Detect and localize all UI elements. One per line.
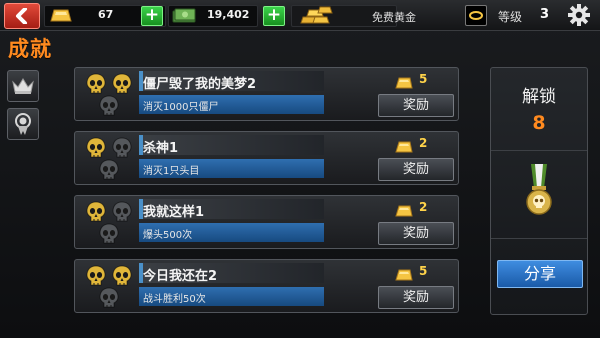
achievement-row: 杀神1 消灭1只头目 2 奖励	[74, 131, 459, 185]
settings-button[interactable]	[568, 4, 590, 26]
claim-reward-button[interactable]: 奖励	[378, 158, 454, 181]
medal-ribbon-icon	[15, 113, 31, 135]
gear-icon	[568, 4, 590, 26]
gold-bar-icon	[395, 74, 413, 89]
tab-medals[interactable]	[7, 108, 39, 140]
progress-bar: 消灭1000只僵尸	[139, 95, 324, 114]
level-label: 等级	[498, 10, 523, 24]
progress-text: 爆头500次	[143, 230, 193, 241]
achievement-title: 今日我还在2	[143, 269, 218, 284]
unlock-count: 8	[532, 112, 546, 134]
skull-icon	[98, 159, 120, 181]
crown-icon	[12, 78, 34, 94]
progress-text: 战斗胜利50次	[143, 294, 206, 305]
divider	[491, 238, 587, 239]
claim-reward-button[interactable]: 奖励	[378, 286, 454, 309]
skull-medal-icon	[526, 164, 552, 215]
skull-icon	[98, 95, 120, 117]
skull-icon	[111, 137, 133, 159]
cash-icon	[172, 8, 196, 23]
reward-amount: 5	[419, 264, 428, 278]
skull-rank	[81, 263, 135, 309]
progress-bar: 爆头500次	[139, 223, 324, 242]
add-cash-button[interactable]: +	[263, 6, 285, 26]
unlock-label: 解锁	[522, 87, 556, 107]
chevron-left-icon	[16, 8, 27, 24]
gold-bar-icon	[395, 138, 413, 153]
skull-icon	[111, 265, 133, 287]
top-bar: 67 + 19,402 + 免费黄金 等级 3	[0, 0, 600, 31]
gold-bar-icon	[395, 202, 413, 217]
reward-amount: 2	[419, 200, 428, 214]
progress-bar: 消灭1只头目	[139, 159, 324, 178]
claim-reward-button[interactable]: 奖励	[378, 222, 454, 245]
claim-reward-button[interactable]: 奖励	[378, 94, 454, 117]
progress-text: 消灭1000只僵尸	[143, 102, 219, 113]
cash-count: 19,402	[207, 8, 250, 21]
achievement-row: 僵尸毁了我的美梦2 消灭1000只僵尸 5 奖励	[74, 67, 459, 121]
free-gold-label: 免费黄金	[372, 11, 416, 24]
add-gold-button[interactable]: +	[141, 6, 163, 26]
page-title: 成就	[8, 37, 52, 61]
skull-icon	[85, 137, 107, 159]
skull-icon	[111, 201, 133, 223]
achievement-row: 我就这样1 爆头500次 2 奖励	[74, 195, 459, 249]
gold-count: 67	[98, 8, 114, 21]
progress-bar: 战斗胜利50次	[139, 287, 324, 306]
progress-text: 消灭1只头目	[143, 166, 200, 177]
achievement-title: 僵尸毁了我的美梦2	[143, 77, 257, 92]
gold-stack-icon	[300, 6, 333, 24]
skull-icon	[85, 265, 107, 287]
unlock-panel: 解锁 8 分享	[490, 67, 588, 315]
level-badge-icon	[465, 5, 487, 26]
skull-icon	[98, 287, 120, 309]
divider	[491, 150, 587, 151]
achievement-title: 杀神1	[143, 141, 179, 156]
skull-icon	[111, 73, 133, 95]
achievement-row: 今日我还在2 战斗胜利50次 5 奖励	[74, 259, 459, 313]
reward-amount: 5	[419, 72, 428, 86]
achievement-title: 我就这样1	[143, 205, 205, 220]
skull-rank	[81, 71, 135, 117]
skull-rank	[81, 199, 135, 245]
back-button[interactable]	[4, 3, 40, 29]
gold-bar-icon	[395, 266, 413, 281]
share-button[interactable]: 分享	[497, 260, 583, 288]
tab-achievements[interactable]	[7, 70, 39, 102]
gold-bar-icon	[50, 9, 72, 22]
level-value: 3	[540, 7, 550, 22]
skull-icon	[85, 201, 107, 223]
reward-amount: 2	[419, 136, 428, 150]
skull-rank	[81, 135, 135, 181]
skull-icon	[98, 223, 120, 245]
skull-icon	[85, 73, 107, 95]
